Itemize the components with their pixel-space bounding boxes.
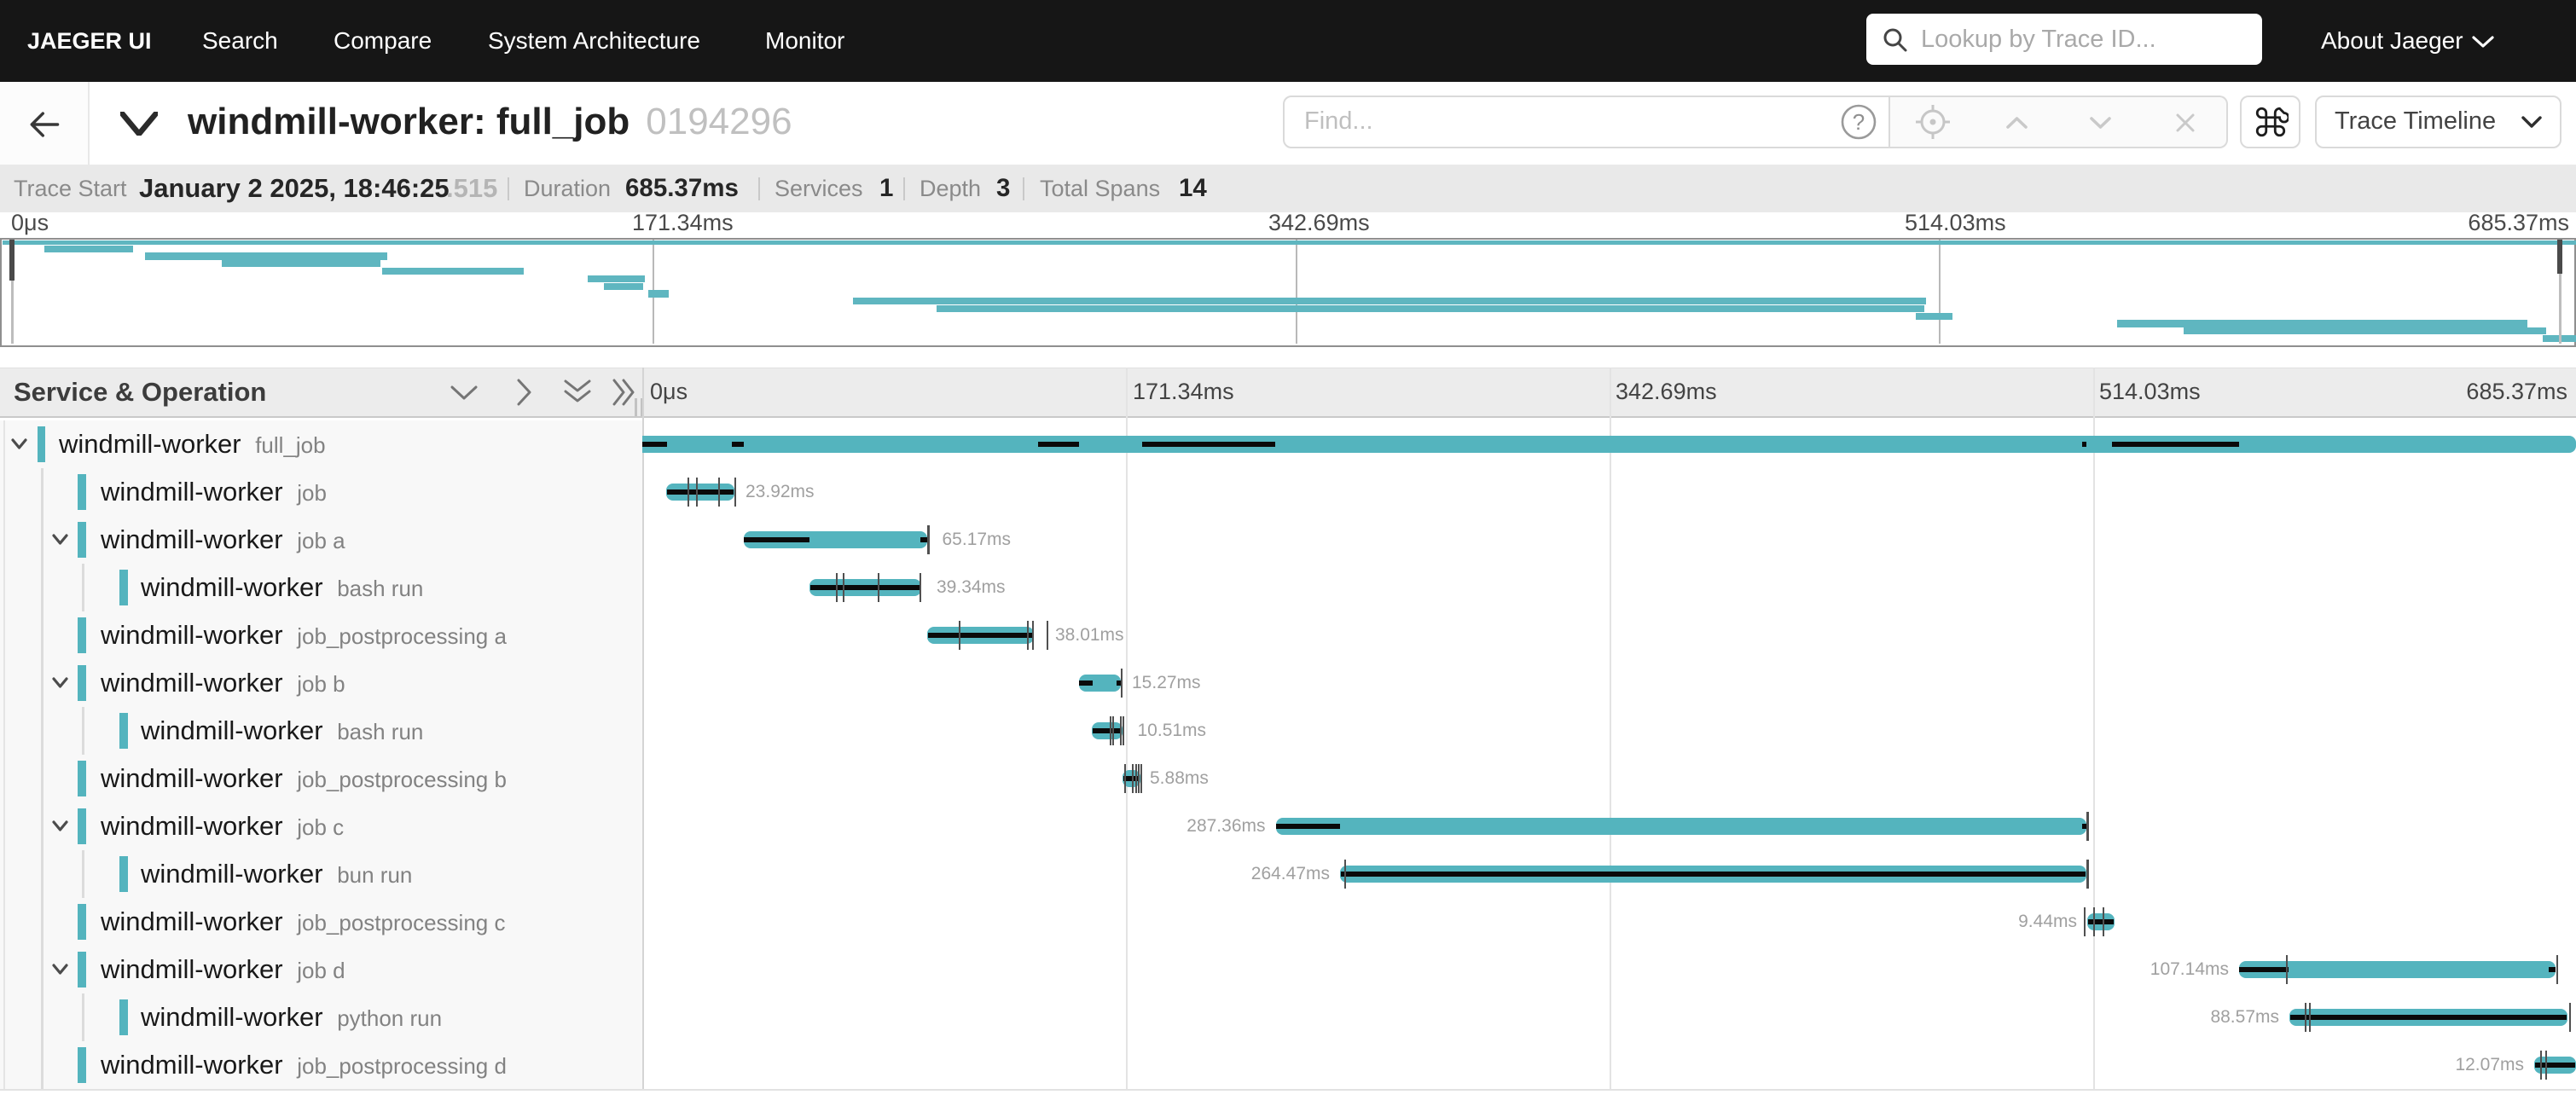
svg-text:?: ? — [1853, 109, 1865, 135]
